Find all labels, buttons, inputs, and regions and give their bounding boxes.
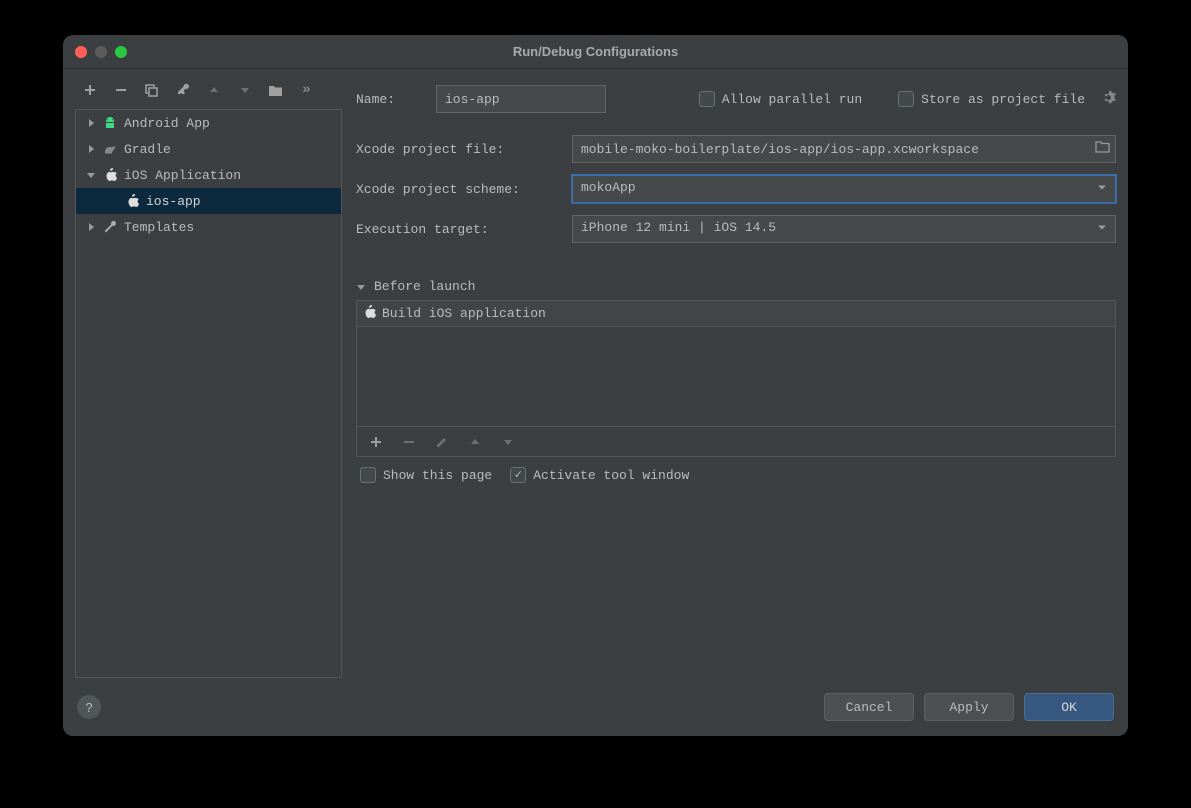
allow-parallel-group: Allow parallel run <box>699 91 862 107</box>
store-project-label: Store as project file <box>921 92 1085 107</box>
add-config-button[interactable] <box>81 82 98 99</box>
tree-item-label: ios-app <box>146 194 201 209</box>
remove-config-button[interactable] <box>112 82 129 99</box>
exec-target-combo[interactable]: iPhone 12 mini | iOS 14.5 <box>572 215 1116 243</box>
move-down-button[interactable] <box>236 82 253 99</box>
xcode-file-row: Xcode project file: <box>356 129 1116 169</box>
xcode-scheme-label: Xcode project scheme: <box>356 182 562 197</box>
move-task-up-button[interactable] <box>466 433 483 450</box>
add-task-button[interactable] <box>367 433 384 450</box>
exec-target-label: Execution target: <box>356 222 562 237</box>
dialog-title: Run/Debug Configurations <box>513 44 678 59</box>
edit-task-button[interactable] <box>433 433 450 450</box>
allow-parallel-label: Allow parallel run <box>722 92 862 107</box>
cancel-button[interactable]: Cancel <box>824 693 914 721</box>
after-options: Show this page Activate tool window <box>356 467 1116 483</box>
maximize-window-button[interactable] <box>115 46 127 58</box>
tree-item-ios-application[interactable]: iOS Application <box>76 162 341 188</box>
android-icon <box>102 115 118 131</box>
chevron-right-icon <box>86 118 96 128</box>
folder-button[interactable] <box>267 82 284 99</box>
close-window-button[interactable] <box>75 46 87 58</box>
xcode-scheme-row: Xcode project scheme: mokoApp <box>356 169 1116 209</box>
right-panel: Name: Allow parallel run Store as projec… <box>342 75 1116 678</box>
tree-item-label: Gradle <box>124 142 171 157</box>
before-launch-section: Before launch Build iOS application <box>356 279 1116 483</box>
left-panel: » Android App Gradle <box>75 75 342 678</box>
task-list: Build iOS application <box>356 301 1116 427</box>
config-toolbar: » <box>75 75 342 105</box>
tree-item-label: Templates <box>124 220 194 235</box>
show-page-checkbox[interactable] <box>360 467 376 483</box>
apple-icon <box>124 193 140 209</box>
gear-icon[interactable] <box>1101 90 1116 109</box>
chevron-down-icon <box>86 170 96 180</box>
wrench-icon <box>102 219 118 235</box>
dialog-content: » Android App Gradle <box>63 69 1128 678</box>
copy-config-button[interactable] <box>143 82 160 99</box>
show-page-group: Show this page <box>360 467 492 483</box>
chevron-right-icon <box>86 144 96 154</box>
xcode-scheme-value: mokoApp <box>581 180 636 195</box>
xcode-scheme-combo[interactable]: mokoApp <box>572 175 1116 203</box>
before-launch-title: Before launch <box>374 279 475 294</box>
browse-folder-icon[interactable] <box>1095 141 1110 157</box>
tree-item-label: Android App <box>124 116 210 131</box>
edit-templates-button[interactable] <box>174 82 191 99</box>
xcode-file-input[interactable] <box>572 135 1116 163</box>
name-input[interactable] <box>436 85 606 113</box>
expand-toolbar-button[interactable]: » <box>298 82 315 99</box>
ok-button[interactable]: OK <box>1024 693 1114 721</box>
remove-task-button[interactable] <box>400 433 417 450</box>
exec-target-row: Execution target: iPhone 12 mini | iOS 1… <box>356 209 1116 249</box>
task-row[interactable]: Build iOS application <box>357 301 1115 327</box>
task-toolbar <box>356 427 1116 457</box>
help-button[interactable]: ? <box>77 695 101 719</box>
before-launch-header[interactable]: Before launch <box>356 279 1116 301</box>
minimize-window-button[interactable] <box>95 46 107 58</box>
tree-item-label: iOS Application <box>124 168 241 183</box>
allow-parallel-checkbox[interactable] <box>699 91 715 107</box>
titlebar[interactable]: Run/Debug Configurations <box>63 35 1128 69</box>
tree-item-android-app[interactable]: Android App <box>76 110 341 136</box>
name-label: Name: <box>356 92 426 107</box>
chevron-down-icon <box>1097 222 1107 237</box>
activate-window-checkbox[interactable] <box>510 467 526 483</box>
xcode-file-label: Xcode project file: <box>356 142 562 157</box>
gradle-icon <box>102 141 118 157</box>
apple-icon <box>102 167 118 183</box>
tree-item-templates[interactable]: Templates <box>76 214 341 240</box>
move-task-down-button[interactable] <box>499 433 516 450</box>
apple-icon <box>363 305 376 323</box>
chevron-down-icon <box>1097 182 1107 197</box>
task-label: Build iOS application <box>382 306 546 321</box>
exec-target-value: iPhone 12 mini | iOS 14.5 <box>581 220 776 235</box>
window-controls <box>75 46 127 58</box>
tree-item-gradle[interactable]: Gradle <box>76 136 341 162</box>
tree-item-ios-app[interactable]: ios-app <box>76 188 341 214</box>
store-project-checkbox[interactable] <box>898 91 914 107</box>
chevron-right-icon <box>86 222 96 232</box>
run-debug-config-dialog: Run/Debug Configurations <box>63 35 1128 736</box>
store-project-group: Store as project file <box>898 91 1085 107</box>
move-up-button[interactable] <box>205 82 222 99</box>
activate-window-label: Activate tool window <box>533 468 689 483</box>
apply-button[interactable]: Apply <box>924 693 1014 721</box>
name-row: Name: Allow parallel run Store as projec… <box>356 79 1116 119</box>
show-page-label: Show this page <box>383 468 492 483</box>
dialog-footer: ? Cancel Apply OK <box>63 678 1128 736</box>
activate-window-group: Activate tool window <box>510 467 689 483</box>
chevron-down-icon <box>356 282 366 292</box>
config-tree: Android App Gradle iOS Application <box>75 109 342 678</box>
